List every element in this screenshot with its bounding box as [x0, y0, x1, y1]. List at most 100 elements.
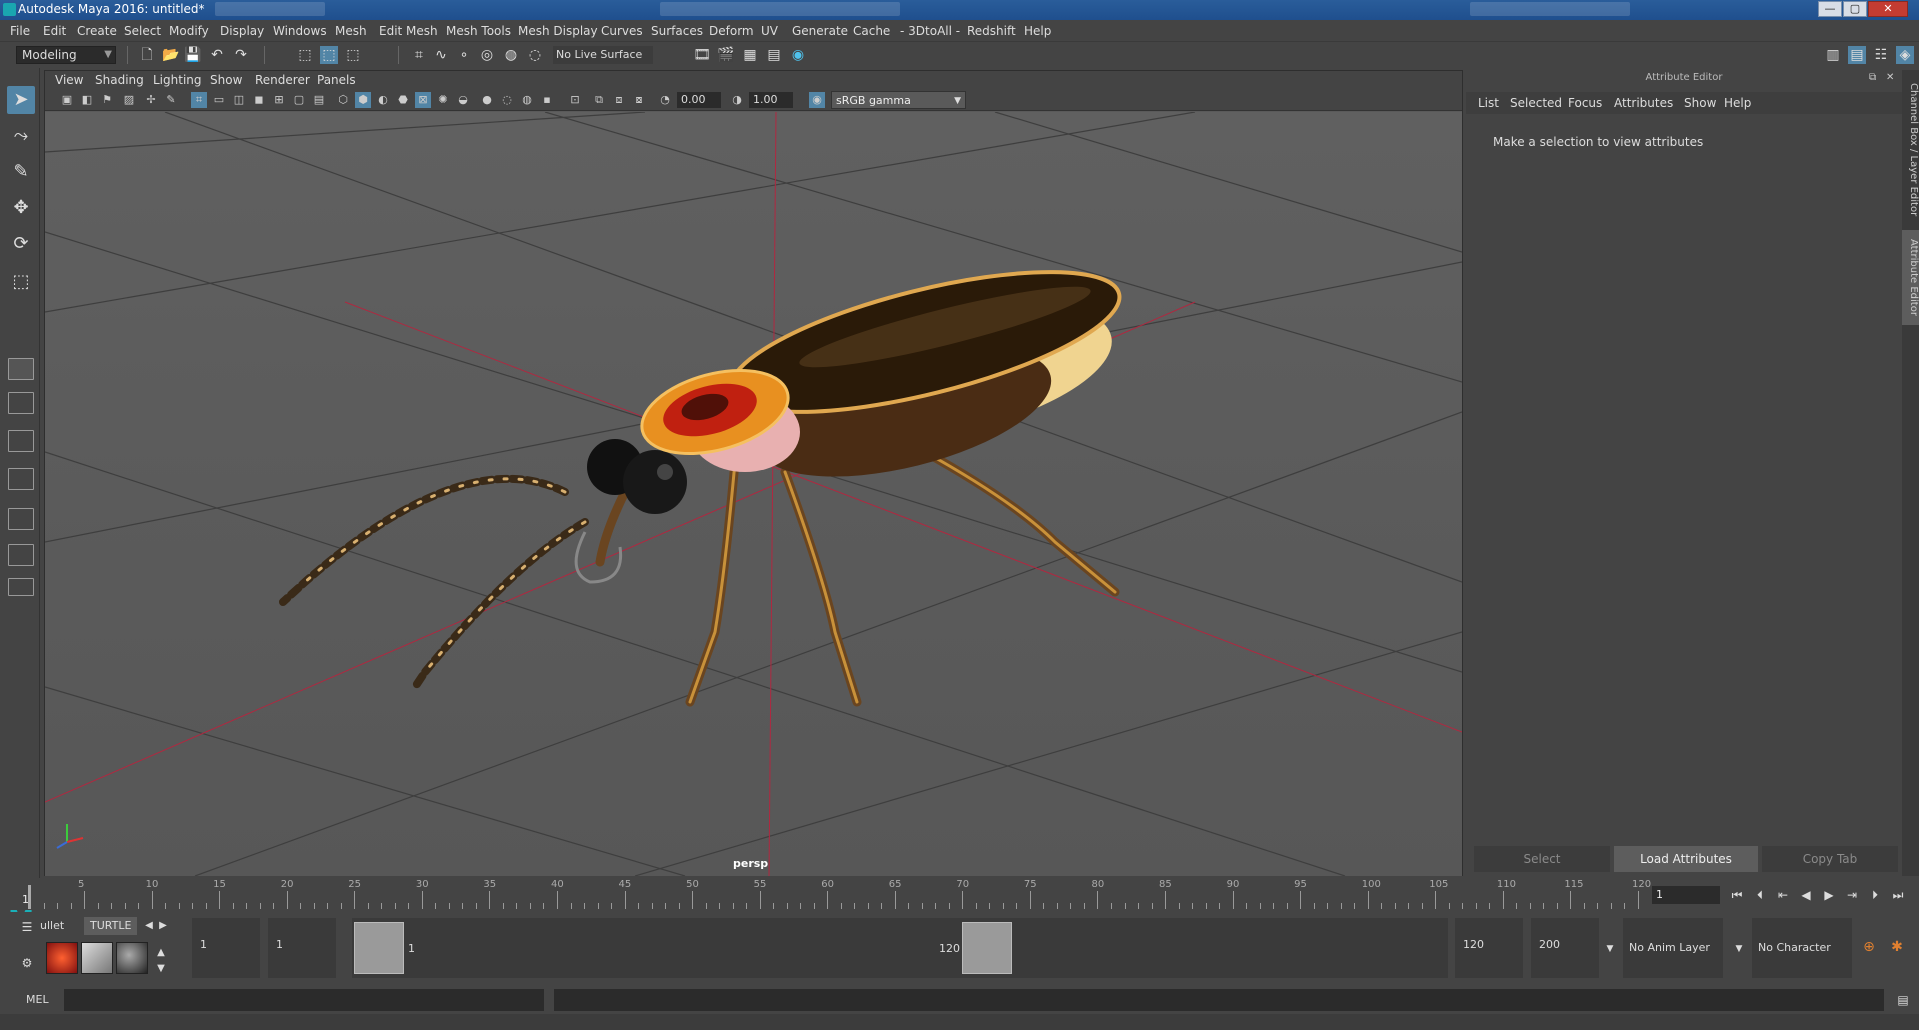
playback-start-field[interactable]: 1 — [268, 918, 336, 978]
menu-edit[interactable]: Edit — [43, 24, 66, 38]
color-management-icon[interactable]: ◉ — [809, 92, 825, 108]
camera-attr-icon[interactable]: ◧ — [79, 92, 95, 108]
snap-curve-icon[interactable]: ∿ — [432, 46, 450, 64]
anim-layer-dropdown[interactable]: No Anim Layer — [1623, 918, 1723, 978]
menu-mesh-display[interactable]: Mesh Display — [518, 24, 598, 38]
snap-live-icon[interactable]: ◍ — [502, 46, 520, 64]
hypershade-icon[interactable]: ◉ — [789, 46, 807, 64]
time-slider[interactable]: 5 10 15 20 25 30 35 40 45 50 55 60 65 70 75 80 85 90 95 100… — [0, 878, 1919, 910]
gamma-field[interactable]: 1.00 — [749, 92, 793, 108]
exposure-icon[interactable]: ◔ — [657, 92, 673, 108]
menu-generate[interactable]: Generate — [792, 24, 848, 38]
step-forward-frame-icon[interactable]: ⏵ — [1866, 886, 1884, 904]
motion-blur-icon[interactable]: ◌ — [499, 92, 515, 108]
ae-menu-focus[interactable]: Focus — [1568, 96, 1602, 110]
animation-start-field[interactable]: 1 — [192, 918, 260, 978]
step-forward-key-icon[interactable]: ⇥ — [1843, 886, 1861, 904]
image-plane-icon[interactable]: ▨ — [121, 92, 137, 108]
render-view-icon[interactable]: 🎞 — [693, 46, 711, 64]
panel-menu-shading[interactable]: Shading — [95, 73, 144, 87]
wireframe-icon[interactable]: ⬡ — [335, 92, 351, 108]
time-ruler[interactable]: 5 10 15 20 25 30 35 40 45 50 55 60 65 70 75 80 85 90 95 100… — [22, 879, 1651, 909]
float-panel-icon[interactable]: ⧉ — [1869, 72, 1876, 83]
panel-menu-lighting[interactable]: Lighting — [153, 73, 202, 87]
3d-viewport[interactable]: persp — [45, 112, 1462, 876]
gate-mask-icon[interactable]: ◼ — [251, 92, 267, 108]
new-scene-icon[interactable]: 🗋 — [138, 46, 156, 64]
menu-select[interactable]: Select — [124, 24, 161, 38]
close-panel-icon[interactable]: ✕ — [1886, 72, 1894, 83]
anti-aliasing-icon[interactable]: ◍ — [519, 92, 535, 108]
grease-pencil-icon[interactable]: ✎ — [163, 92, 179, 108]
menu-help[interactable]: Help — [1024, 24, 1051, 38]
menu-3dtoall[interactable]: - 3DtoAll - — [900, 24, 960, 38]
animation-end-field[interactable]: 200 — [1531, 918, 1599, 978]
ipr-render-icon[interactable]: ▦ — [741, 46, 759, 64]
layout-collapse-icon[interactable] — [8, 578, 34, 596]
menu-curves[interactable]: Curves — [601, 24, 643, 38]
toggle-attribute-editor-icon[interactable]: ▤ — [1848, 46, 1866, 64]
move-tool-icon[interactable]: ✥ — [7, 194, 35, 222]
tab-attribute-editor[interactable]: Attribute Editor — [1902, 230, 1919, 325]
chevron-down-icon[interactable]: ▼ — [1601, 940, 1619, 958]
ae-menu-show[interactable]: Show — [1684, 96, 1716, 110]
load-attributes-button[interactable]: Load Attributes — [1614, 846, 1758, 872]
menu-deform[interactable]: Deform — [709, 24, 754, 38]
menu-surfaces[interactable]: Surfaces — [651, 24, 703, 38]
safe-action-icon[interactable]: ▢ — [291, 92, 307, 108]
chevron-down-icon[interactable]: ▼ — [1730, 940, 1748, 958]
film-gate-icon[interactable]: ▭ — [211, 92, 227, 108]
lasso-tool-icon[interactable]: ⤳ — [7, 122, 35, 150]
smooth-shade-icon[interactable]: ⬢ — [355, 92, 371, 108]
xray-active-icon[interactable]: ⧈ — [611, 92, 627, 108]
menu-display[interactable]: Display — [220, 24, 264, 38]
two-d-pan-icon[interactable]: ✢ — [143, 92, 159, 108]
view-transform-dropdown[interactable]: sRGB gamma ▼ — [831, 91, 966, 109]
select-by-hierarchy-icon[interactable]: ⬚ — [296, 46, 314, 64]
panel-menu-renderer[interactable]: Renderer — [255, 73, 310, 87]
ae-menu-help[interactable]: Help — [1724, 96, 1751, 110]
shelf-settings-icon[interactable]: ⚙ — [18, 954, 36, 972]
make-live-icon[interactable]: ◌ — [526, 46, 544, 64]
wireframe-on-shaded-icon[interactable]: ⬣ — [395, 92, 411, 108]
ae-menu-selected[interactable]: Selected — [1510, 96, 1562, 110]
side-by-side-layout-icon[interactable] — [8, 430, 34, 452]
persp-outliner-layout-icon[interactable] — [8, 508, 34, 530]
snap-point-icon[interactable]: ∘ — [455, 46, 473, 64]
copy-tab-button[interactable]: Copy Tab — [1762, 846, 1898, 872]
default-material-icon[interactable]: ◐ — [375, 92, 391, 108]
render-frame-icon[interactable]: 🎬 — [717, 46, 735, 64]
snap-grid-icon[interactable]: ⌗ — [410, 46, 428, 64]
four-pane-layout-icon[interactable] — [8, 392, 34, 414]
grid-toggle-icon[interactable]: ⌗ — [191, 92, 207, 108]
menu-create[interactable]: Create — [77, 24, 117, 38]
shelf-down-icon[interactable]: ▼ — [152, 960, 170, 978]
outliner-layout-icon[interactable] — [8, 544, 34, 566]
select-by-component-icon[interactable]: ⬚ — [344, 46, 362, 64]
redo-icon[interactable]: ↷ — [232, 46, 250, 64]
animation-prefs-icon[interactable]: ✱ — [1888, 938, 1906, 956]
use-all-lights-icon[interactable]: ✺ — [435, 92, 451, 108]
sphere-shelf-icon[interactable] — [116, 942, 148, 974]
script-language-toggle[interactable]: MEL — [26, 993, 49, 1006]
shelf-tab-bullet[interactable]: ullet — [34, 917, 70, 935]
minimize-button[interactable]: — — [1818, 1, 1842, 17]
shelf-tab-turtle[interactable]: TURTLE — [84, 917, 138, 935]
select-tool-icon[interactable]: ➤ — [7, 86, 35, 114]
range-bar[interactable] — [352, 918, 1448, 978]
scale-tool-icon[interactable]: ⬚ — [7, 268, 35, 296]
fire-shelf-icon[interactable] — [46, 942, 78, 974]
menu-redshift[interactable]: Redshift — [967, 24, 1016, 38]
command-input[interactable] — [64, 989, 544, 1011]
xray-joints-icon[interactable]: ⧇ — [631, 92, 647, 108]
toggle-channel-box-icon[interactable]: ◈ — [1896, 46, 1914, 64]
camera-select-icon[interactable]: ▣ — [59, 92, 75, 108]
select-by-object-icon[interactable]: ⬚ — [320, 46, 338, 64]
exposure-field[interactable]: 0.00 — [677, 92, 721, 108]
safe-title-icon[interactable]: ▤ — [311, 92, 327, 108]
render-settings-icon[interactable]: ▤ — [765, 46, 783, 64]
menu-file[interactable]: File — [10, 24, 30, 38]
menu-set-dropdown[interactable]: Modeling ▼ — [16, 46, 116, 64]
menu-uv[interactable]: UV — [761, 24, 778, 38]
workspace-icon[interactable]: ▥ — [1824, 46, 1842, 64]
